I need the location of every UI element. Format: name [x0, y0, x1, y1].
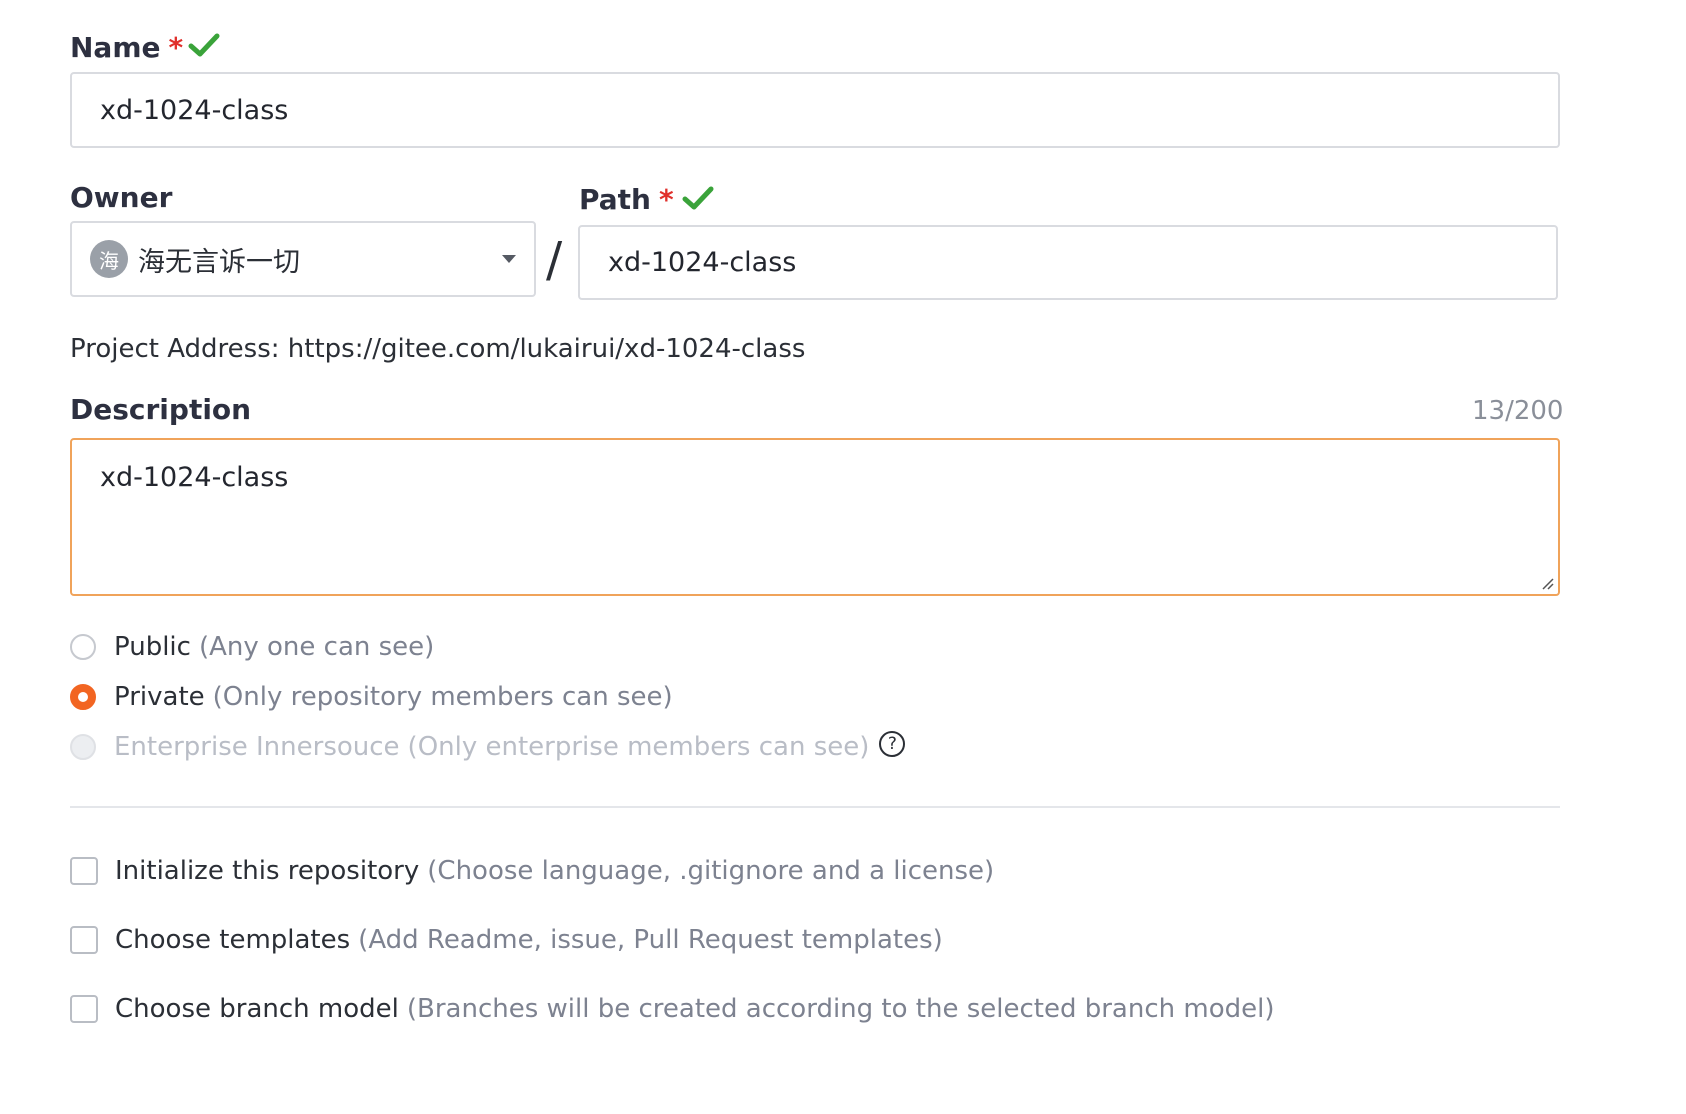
private-label: Private — [114, 682, 205, 712]
description-label: Description — [70, 393, 252, 426]
choose-branch-model-option[interactable]: Choose branch model (Branches will be cr… — [70, 994, 1274, 1024]
choose-templates-label: Choose templates — [115, 925, 351, 955]
name-label: Name * — [70, 34, 183, 62]
enterprise-radio — [70, 734, 96, 760]
choose-templates-option[interactable]: Choose templates (Add Readme, issue, Pul… — [70, 925, 943, 955]
enterprise-label: Enterprise Innersouce — [114, 732, 400, 762]
initialize-repo-hint: (Choose language, .gitignore and a licen… — [427, 856, 995, 886]
resize-handle-icon[interactable] — [1540, 576, 1554, 590]
name-label-text: Name — [70, 31, 161, 64]
project-address: Project Address: https://gitee.com/lukai… — [70, 334, 806, 364]
choose-branch-model-checkbox[interactable] — [70, 995, 98, 1023]
owner-selected-value: 海无言诉一切 — [138, 246, 300, 278]
description-value: xd-1024-class — [100, 462, 289, 493]
path-label-text: Path — [579, 183, 651, 216]
choose-branch-model-label: Choose branch model — [115, 994, 399, 1024]
name-input-value: xd-1024-class — [100, 94, 289, 126]
name-valid-check-icon — [188, 33, 220, 57]
public-label: Public — [114, 632, 191, 662]
owner-label: Owner — [70, 181, 173, 214]
owner-select[interactable]: 海 海无言诉一切 — [70, 221, 536, 297]
caret-down-icon — [502, 255, 516, 263]
visibility-public-option[interactable]: Public (Any one can see) — [70, 632, 434, 662]
owner-path-separator: / — [546, 232, 563, 288]
name-required-mark: * — [168, 31, 184, 64]
owner-avatar: 海 — [90, 240, 128, 278]
enterprise-hint: (Only enterprise members can see) — [407, 732, 870, 762]
description-char-counter: 13/200 — [1472, 396, 1564, 426]
path-valid-check-icon — [682, 186, 714, 210]
initialize-repo-label: Initialize this repository — [115, 856, 420, 886]
path-label: Path * — [579, 186, 674, 214]
name-input[interactable]: xd-1024-class — [70, 72, 1560, 148]
question-circle-icon[interactable]: ? — [879, 731, 906, 757]
create-repository-form: Name * xd-1024-class Owner 海 海无言诉一切 / Pat… — [0, 0, 1686, 1114]
description-textarea[interactable]: xd-1024-class — [70, 438, 1560, 596]
path-input[interactable]: xd-1024-class — [578, 225, 1558, 300]
choose-branch-model-hint: (Branches will be created according to t… — [406, 994, 1275, 1024]
choose-templates-checkbox[interactable] — [70, 926, 98, 954]
visibility-private-option[interactable]: Private (Only repository members can see… — [70, 682, 673, 712]
section-divider — [70, 806, 1560, 808]
visibility-enterprise-option: Enterprise Innersouce (Only enterprise m… — [70, 731, 906, 762]
private-hint: (Only repository members can see) — [212, 682, 673, 712]
initialize-repo-checkbox[interactable] — [70, 857, 98, 885]
private-radio[interactable] — [70, 684, 96, 710]
path-required-mark: * — [658, 183, 674, 216]
initialize-repo-option[interactable]: Initialize this repository (Choose langu… — [70, 856, 994, 886]
path-input-value: xd-1024-class — [608, 247, 797, 278]
public-hint: (Any one can see) — [198, 632, 435, 662]
public-radio[interactable] — [70, 634, 96, 660]
choose-templates-hint: (Add Readme, issue, Pull Request templat… — [358, 925, 943, 955]
